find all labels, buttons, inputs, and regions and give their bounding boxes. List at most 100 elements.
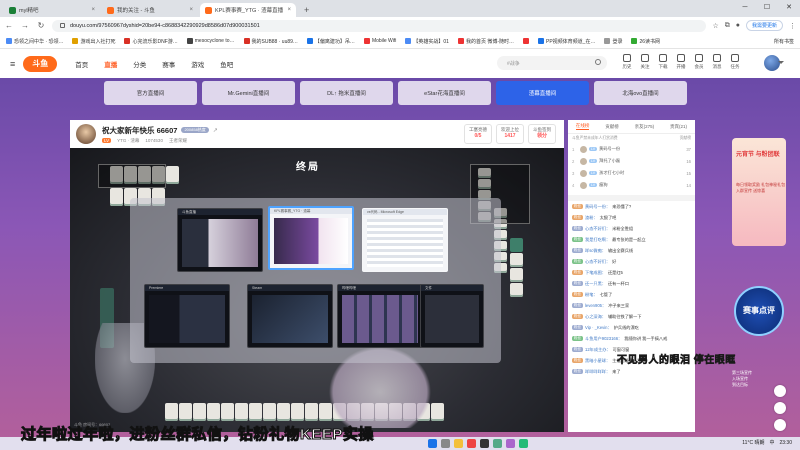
app-icon[interactable] bbox=[506, 439, 515, 448]
rank-item[interactable]: 1 LV 黄码号一份 37 bbox=[572, 143, 691, 155]
history-icon[interactable]: 历史 bbox=[622, 54, 632, 70]
tab-friends[interactable]: 亲友(275) bbox=[635, 124, 655, 130]
bookmark-item[interactable]: 游戏出入社打死 bbox=[72, 38, 115, 45]
nav-games[interactable]: 游戏 bbox=[191, 59, 204, 69]
back-icon[interactable]: ← bbox=[4, 21, 14, 30]
related-room[interactable]: eStar花海直播间 bbox=[398, 81, 491, 105]
related-room[interactable]: 北海ovo直播间 bbox=[594, 81, 687, 105]
event-review-badge[interactable]: 赛事点评 bbox=[734, 286, 784, 336]
close-icon[interactable]: × bbox=[91, 7, 95, 13]
close-icon[interactable]: × bbox=[189, 7, 193, 13]
download-icon[interactable]: 下载 bbox=[658, 54, 668, 70]
close-window-icon[interactable]: ✕ bbox=[778, 0, 800, 14]
rank-item[interactable]: 4 LV 瘦狗 14 bbox=[572, 179, 691, 191]
close-icon[interactable]: × bbox=[287, 7, 291, 13]
language-indicator[interactable]: 中 bbox=[769, 439, 774, 446]
bookmark-item[interactable]: Mobile Wifi bbox=[363, 38, 396, 44]
url-field[interactable]: douyu.com/97560967dyshid=20be94-c8688342… bbox=[52, 19, 707, 32]
windows-start-icon[interactable] bbox=[428, 439, 437, 448]
bookmark-item[interactable]: 我的SUB88 · uu89… bbox=[243, 38, 298, 45]
bookmark-item[interactable]: 【英雄实战】01 bbox=[405, 38, 449, 45]
bookmark-item[interactable]: PP视频体育频道_在… bbox=[538, 38, 595, 45]
tab-contribution[interactable]: 贡献榜 bbox=[605, 124, 619, 130]
bookmark-item[interactable]: 【偏离建功】吊… bbox=[306, 38, 355, 45]
nav-events[interactable]: 赛事 bbox=[162, 59, 175, 69]
user-avatar[interactable] bbox=[764, 55, 784, 71]
rank-more-link[interactable]: 贡献榜 bbox=[680, 136, 691, 141]
bookmark-item[interactable]: 26读书网 bbox=[631, 38, 660, 45]
chat-message[interactable]: 粉丝 粉笔： 七管了 bbox=[572, 289, 691, 300]
settings-float-icon[interactable] bbox=[774, 402, 786, 414]
browser-tab-myl[interactable]: myl精吧 × bbox=[4, 3, 100, 17]
reload-icon[interactable]: ↻ bbox=[36, 21, 46, 30]
bookmark-item[interactable]: 恐领之间中华 · 恐领… bbox=[6, 38, 63, 45]
douyu-logo[interactable]: 斗鱼 bbox=[23, 55, 58, 72]
chat-message[interactable]: 粉丝 Vip · _Kevin： 护兵线的漂吃 bbox=[572, 322, 691, 333]
forward-icon[interactable]: → bbox=[20, 21, 30, 30]
bookmark-item[interactable]: 登录 bbox=[604, 38, 622, 45]
search-taskbar-icon[interactable] bbox=[441, 439, 450, 448]
search-input[interactable]: #战争 bbox=[497, 56, 607, 70]
stat-box[interactable]: 斗鱼签到 领分 bbox=[528, 124, 556, 144]
related-room[interactable]: DL↑ 拖米直播间 bbox=[300, 81, 393, 105]
profile-icon[interactable]: ● bbox=[736, 22, 740, 29]
room-report[interactable]: 王者荣耀 bbox=[169, 138, 187, 144]
all-bookmarks-button[interactable]: 所有书签 bbox=[774, 38, 794, 45]
explorer-icon[interactable] bbox=[454, 439, 463, 448]
window-thumbnail-selected[interactable]: KPL赛事赛_YTG · 渣幕 bbox=[268, 206, 354, 270]
room-category[interactable]: YTG · 渣幕 bbox=[117, 138, 139, 144]
chat-message[interactable]: 粉丝 心之深海： 辅助往铁了解一下 bbox=[572, 311, 691, 322]
rank-item[interactable]: 2 LV 拜托了小磊 16 bbox=[572, 155, 691, 167]
bookmark-item[interactable]: 我的首页 微博-随时… bbox=[457, 38, 514, 45]
chat-message[interactable]: 粉丝 心态不好们：好 bbox=[572, 256, 691, 267]
stat-box[interactable]: 工塞亮德 0/5 bbox=[464, 124, 492, 144]
bookmark-item[interactable]: 心完流乐影DNF游… bbox=[124, 38, 178, 45]
bookmark-item[interactable] bbox=[523, 38, 530, 44]
extensions-icon[interactable]: ⧉ bbox=[725, 22, 730, 30]
new-tab-button[interactable]: + bbox=[298, 5, 315, 17]
top-float-icon[interactable] bbox=[774, 419, 786, 431]
task-icon[interactable]: 任务 bbox=[730, 54, 740, 70]
chat-message[interactable]: 粉丝 leven905： 冲子来三家 bbox=[572, 300, 691, 311]
star-icon[interactable]: ☆ bbox=[712, 22, 718, 30]
window-thumbnail[interactable]: Steam bbox=[247, 284, 333, 348]
nav-home[interactable]: 首页 bbox=[75, 59, 88, 69]
tab-vip[interactable]: 贵宾(21) bbox=[670, 124, 687, 130]
maximize-icon[interactable]: ☐ bbox=[756, 0, 778, 14]
chat-message[interactable]: 粉丝 咩咩咩咩咩： 来了 bbox=[572, 366, 691, 377]
chat-message[interactable]: 粉丝 心态不好们： 米粉全胜组 bbox=[572, 223, 691, 234]
related-room[interactable]: Mr.Gemini直播间 bbox=[202, 81, 295, 105]
broadcast-icon[interactable]: 开播 bbox=[676, 54, 686, 70]
window-thumbnail[interactable]: 哔哩哔哩 bbox=[337, 284, 423, 348]
streamer-avatar[interactable] bbox=[76, 124, 96, 144]
video-player[interactable]: 终局 斗鱼直播 KPL赛事赛_YTG · 渣幕 vs代码 - Microsoft… bbox=[70, 148, 564, 432]
bookmark-item[interactable]: mesocyclone to… bbox=[186, 38, 235, 44]
stat-box[interactable]: 欢迎上位 1417 bbox=[496, 124, 524, 144]
related-room[interactable]: 官方直播间 bbox=[104, 81, 197, 105]
message-icon[interactable]: 消息 bbox=[712, 54, 722, 70]
app-icon[interactable] bbox=[493, 439, 502, 448]
related-room-active[interactable]: 渣幕直播间 bbox=[496, 81, 589, 105]
search-icon[interactable] bbox=[595, 59, 601, 65]
obs-icon[interactable] bbox=[480, 439, 489, 448]
weather-text[interactable]: 11°C 晴朗 bbox=[742, 439, 764, 446]
nav-live[interactable]: 直播 bbox=[104, 59, 117, 69]
recharge-icon[interactable]: 会员 bbox=[694, 54, 704, 70]
promo-banner[interactable]: 元宵节 与粉团联 每日领取奖励 礼包神秘礼包 入群宣传 送惊喜 bbox=[732, 138, 786, 246]
app-icon[interactable] bbox=[519, 439, 528, 448]
chat-message[interactable]: 粉丝 黄码号一份： 来恐懂了? bbox=[572, 201, 691, 212]
window-thumbnail[interactable]: vs代码 - Microsoft Edge bbox=[362, 208, 448, 272]
update-button[interactable]: 我需要更新 bbox=[745, 20, 783, 31]
chat-message[interactable]: 粉丝 咩sc微痴： 输出全赛兵线 bbox=[572, 245, 691, 256]
window-thumbnail[interactable]: 斗鱼直播 bbox=[177, 208, 263, 272]
nav-category[interactable]: 分类 bbox=[133, 59, 146, 69]
refresh-float-icon[interactable] bbox=[774, 385, 786, 397]
tab-online-rank[interactable]: 在线榜 bbox=[575, 123, 590, 130]
chat-message[interactable]: 粉丝 还一只黑： 还有一杯口 bbox=[572, 278, 691, 289]
browser-tab-live[interactable]: KPL赛事赛_YTG · 渣幕直播 × bbox=[200, 3, 296, 17]
minimize-icon[interactable]: ─ bbox=[734, 0, 756, 14]
follow-icon[interactable]: 关注 bbox=[640, 54, 650, 70]
nav-yuba[interactable]: 鱼吧 bbox=[220, 59, 233, 69]
share-icon[interactable]: ↗ bbox=[213, 127, 218, 134]
chat-message[interactable]: 粉丝 斗鱼用户9023166： 我随你讲 我一手搞八戒 bbox=[572, 333, 691, 344]
